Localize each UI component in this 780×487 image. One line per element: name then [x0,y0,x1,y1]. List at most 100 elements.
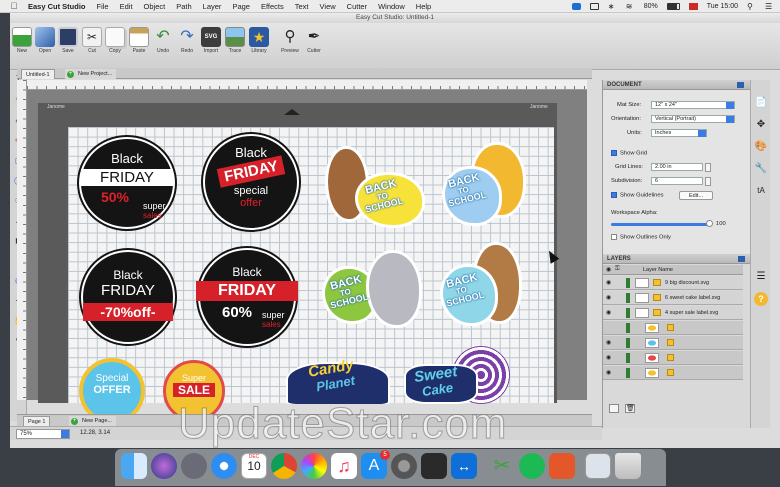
chrome-icon[interactable] [271,453,297,479]
layer-row[interactable]: ◉ 6 sweet cake label.svg [603,291,743,305]
menu-file[interactable]: File [97,2,109,11]
music-icon[interactable]: ♫ [331,453,357,479]
grid-lines-input[interactable]: 2.00 in [651,163,703,171]
window-preview-icon[interactable] [585,453,611,479]
maple-leaf-app-icon[interactable] [549,453,575,479]
preview-button[interactable]: ⚲ Preview [278,27,302,54]
sticker-black-friday-70[interactable]: Black FRIDAY -70%off- [81,250,175,344]
menu-app-name[interactable]: Easy Cut Studio [28,2,86,11]
orientation-select[interactable]: Vertical (Portrait) [651,115,735,123]
save-button[interactable]: Save [56,27,80,54]
delete-layer-icon[interactable]: 🗑 [625,404,635,413]
vertical-ruler[interactable] [17,80,27,400]
wrench-icon[interactable]: 🔧 [754,162,768,176]
finder-icon[interactable] [121,453,147,479]
import-button[interactable]: SVG Import [199,27,223,54]
sublayer-row[interactable]: ◉ [603,336,743,350]
teamviewer-dock-icon[interactable]: ↔ [451,453,477,479]
open-button[interactable]: Open [33,27,57,54]
copy-button[interactable]: Copy [103,27,127,54]
activity-monitor-icon[interactable] [421,453,447,479]
edit-guidelines-button[interactable]: Edit... [679,191,713,200]
subdivision-stepper[interactable] [705,177,711,186]
sticker-candy-planet[interactable]: Candy Planet [286,356,390,404]
zoom-select[interactable]: 75% [16,429,70,439]
menu-effects[interactable]: Effects [261,2,284,11]
menu-page[interactable]: Page [232,2,250,11]
document-icon[interactable]: 📄 [754,96,768,110]
panel-menu-icon[interactable] [738,256,745,262]
palette-icon[interactable]: 🎨 [754,140,768,154]
wifi-icon[interactable]: ≋ [626,3,635,11]
layer-row[interactable]: ◉ 9 big discount.svg [603,276,743,290]
sticker-back-to-school-bear[interactable]: BACK TO SCHOOL [325,146,427,232]
show-outlines-checkbox[interactable]: Show Outlines Only [611,234,671,241]
app-store-icon[interactable]: A 5 [361,450,390,479]
layers-icon[interactable]: ☰ [754,270,768,284]
layer-row-expanded[interactable]: ◉ 4 super sale label.svg [603,306,743,320]
menu-window[interactable]: Window [378,2,405,11]
calendar-icon[interactable]: DEC 10 [241,453,267,479]
airplay-icon[interactable] [589,3,599,10]
eye-icon[interactable]: ◉ [606,294,614,301]
help-icon[interactable]: ? [754,292,768,306]
subdivision-input[interactable]: 6 [651,177,703,185]
new-page-tab[interactable]: + New Page... [69,416,116,426]
notification-center-icon[interactable]: ☰ [765,3,774,11]
eye-icon[interactable]: ◉ [606,339,614,346]
menu-cutter[interactable]: Cutter [347,2,367,11]
panel-menu-icon[interactable] [737,82,744,88]
paste-button[interactable]: Paste [127,27,151,54]
mat-size-select[interactable]: 12" x 24" [651,101,735,109]
cut-button[interactable]: ✂ Cut [80,27,104,54]
new-project-tab[interactable]: + New Project... [65,69,117,79]
trace-button[interactable]: Trace [223,27,247,54]
siri-icon[interactable] [151,453,177,479]
sticker-black-friday-50[interactable]: Black FRIDAY 50% super sales [79,137,175,229]
trash-icon[interactable] [615,453,641,479]
apple-icon[interactable]:  [9,1,19,11]
eye-icon[interactable]: ◉ [606,279,614,286]
eye-icon[interactable]: ◉ [606,309,614,316]
redo-button[interactable]: ↷ Redo [175,27,199,54]
search-icon[interactable]: ⚲ [747,3,756,11]
flag-icon[interactable] [688,3,698,10]
spotify-icon[interactable] [519,453,545,479]
move-icon[interactable]: ✥ [754,118,768,132]
menu-edit[interactable]: Edit [120,2,133,11]
tab-page-1[interactable]: Page 1 [23,416,51,426]
photos-icon[interactable] [301,453,327,479]
show-guidelines-checkbox[interactable]: Show Guidelines [611,192,664,199]
menu-path[interactable]: Path [176,2,191,11]
tab-untitled-1[interactable]: Untitled-1 [21,69,55,79]
teamviewer-icon[interactable] [571,3,581,10]
library-button[interactable]: ★ Library [247,27,271,54]
new-button[interactable]: New [10,27,34,54]
sublayer-row[interactable]: ◉ [603,351,743,365]
grid-lines-stepper[interactable] [705,163,711,172]
eye-icon[interactable]: ◉ [606,369,614,376]
horizontal-ruler[interactable] [27,80,587,90]
sticker-back-to-school-dog[interactable]: BACK TO SCHOOL [442,142,532,234]
sublayer-row[interactable] [603,321,743,335]
bluetooth-icon[interactable]: ∗ [608,3,617,11]
cutter-button[interactable]: ✒ Cutter [302,27,326,54]
slider-knob[interactable] [706,220,713,227]
sticker-back-to-school-mouse[interactable]: BACK TO SCHOOL [322,250,424,330]
sticker-black-friday-special[interactable]: Black FRIDAY special offer [203,134,299,230]
menu-help[interactable]: Help [416,2,431,11]
undo-button[interactable]: ↶ Undo [151,27,175,54]
mat-handle-icon[interactable] [284,109,300,115]
sticker-sweet-cake[interactable]: Sweet Cake [404,346,514,404]
launchpad-icon[interactable] [181,453,207,479]
easy-cut-studio-icon[interactable]: ✂ [489,453,515,479]
font-size-icon[interactable]: tA [754,184,768,198]
menu-object[interactable]: Object [144,2,166,11]
clock[interactable]: Tue 15:00 [707,3,738,10]
battery-icon[interactable] [666,3,680,10]
sticker-black-friday-60[interactable]: Black FRIDAY 60% super sales [196,248,298,346]
sublayer-row[interactable]: ◉ [603,366,743,380]
show-grid-checkbox[interactable]: Show Grid [611,150,647,157]
workspace-alpha-slider[interactable] [611,223,709,226]
sticker-back-to-school-cat[interactable]: BACK TO SCHOOL [440,242,524,336]
